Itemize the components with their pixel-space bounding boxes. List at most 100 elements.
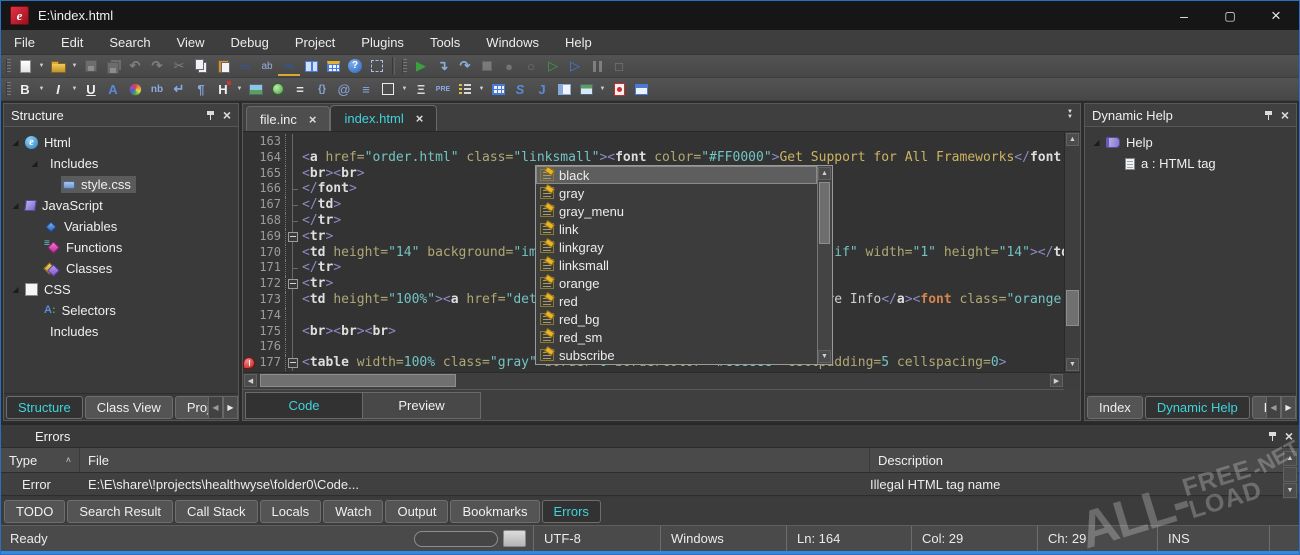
paragraph-icon[interactable]: ¶	[190, 79, 212, 99]
structure-tab-structure[interactable]: Structure	[6, 396, 83, 419]
font-icon[interactable]: A	[102, 79, 124, 99]
autocomplete-item-red-bg[interactable]: red_bg	[536, 310, 817, 328]
tab-scroll-right-icon[interactable]: ▶	[223, 396, 238, 419]
menu-help[interactable]: Help	[552, 32, 605, 53]
menu-debug[interactable]: Debug	[218, 32, 282, 53]
structure-item-functions[interactable]: Functions	[4, 237, 238, 258]
editor-vertical-scrollbar[interactable]: ▲ ▼	[1064, 132, 1080, 372]
italic-dropdown[interactable]: ▼	[69, 79, 80, 99]
open-file-dropdown[interactable]: ▼	[69, 56, 80, 76]
autocomplete-scroll-thumb[interactable]	[819, 182, 830, 244]
replace-icon[interactable]: ab	[256, 56, 278, 76]
structure-item-css[interactable]: ◢CSS	[4, 279, 238, 300]
object-dropdown[interactable]: ▼	[597, 79, 608, 99]
menu-file[interactable]: File	[1, 32, 48, 53]
paste-icon[interactable]	[212, 56, 234, 76]
close-tab-icon[interactable]: ×	[309, 113, 317, 126]
clear-breakpoints-icon[interactable]: ○	[520, 56, 542, 76]
cut-icon[interactable]: ✂	[168, 56, 190, 76]
step-into-icon[interactable]: ↴	[432, 56, 454, 76]
view-tab-preview[interactable]: Preview	[363, 392, 481, 419]
form-icon[interactable]	[630, 79, 652, 99]
menu-search[interactable]: Search	[96, 32, 163, 53]
div-dropdown[interactable]: ▼	[399, 79, 410, 99]
autocomplete-scrollbar[interactable]: ▲ ▼	[817, 166, 832, 364]
document-tab-index-html[interactable]: index.html×	[330, 105, 437, 131]
autocomplete-item-link[interactable]: link	[536, 220, 817, 238]
autocomplete-item-red[interactable]: red	[536, 292, 817, 310]
bottom-tab-search-result[interactable]: Search Result	[67, 500, 173, 523]
scroll-up-icon[interactable]: ▲	[1283, 451, 1297, 466]
pre-icon[interactable]: PRE	[432, 79, 454, 99]
help-tab-dynamic-help[interactable]: Dynamic Help	[1145, 396, 1250, 419]
link-icon[interactable]	[267, 79, 289, 99]
close-icon[interactable]: ×	[1281, 108, 1289, 122]
menu-project[interactable]: Project	[282, 32, 348, 53]
pin-icon[interactable]	[1264, 110, 1273, 120]
heading-icon[interactable]: H	[212, 79, 234, 99]
errors-scroll-thumb[interactable]	[1283, 467, 1297, 482]
bottom-tab-output[interactable]: Output	[385, 500, 448, 523]
autocomplete-item-linkgray[interactable]: linkgray	[536, 238, 817, 256]
menu-plugins[interactable]: Plugins	[348, 32, 417, 53]
expand-arrow-icon[interactable]: ◢	[1089, 138, 1104, 147]
structure-item-selectors[interactable]: ASelectors	[4, 300, 238, 321]
find-in-files-icon[interactable]: ∞	[278, 56, 300, 76]
status-button[interactable]	[503, 530, 526, 547]
expand-arrow-icon[interactable]: ◢	[8, 138, 23, 147]
view-tab-code[interactable]: Code	[245, 392, 363, 419]
script-icon[interactable]: S	[509, 79, 531, 99]
structure-item-style-css[interactable]: style.css	[4, 174, 238, 195]
run-alt-icon[interactable]: ▷	[564, 56, 586, 76]
pause-icon[interactable]	[586, 56, 608, 76]
column-header-type[interactable]: Type ˄	[1, 448, 80, 472]
css-style-icon[interactable]: {}	[311, 79, 333, 99]
bottom-tab-todo[interactable]: TODO	[4, 500, 65, 523]
italic-icon[interactable]: I	[47, 79, 69, 99]
scroll-up-icon[interactable]: ▲	[818, 167, 831, 180]
fold-collapse-icon[interactable]	[286, 276, 299, 292]
hr-icon[interactable]: =	[289, 79, 311, 99]
autocomplete-item-gray-menu[interactable]: gray_menu	[536, 202, 817, 220]
nbsp-icon[interactable]: nb	[146, 79, 168, 99]
save-icon[interactable]	[80, 56, 102, 76]
help-item-help[interactable]: ◢Help	[1085, 132, 1296, 153]
fold-collapse-icon[interactable]	[286, 355, 299, 371]
align-icon[interactable]: Ξ	[410, 79, 432, 99]
color-icon[interactable]	[124, 79, 146, 99]
code-explorer-icon[interactable]	[322, 56, 344, 76]
bottom-tab-locals[interactable]: Locals	[260, 500, 322, 523]
pin-icon[interactable]	[1268, 431, 1277, 441]
undo-icon[interactable]: ↶	[124, 56, 146, 76]
scroll-down-icon[interactable]: ▼	[818, 350, 831, 363]
menu-windows[interactable]: Windows	[473, 32, 552, 53]
help-tab-index[interactable]: Index	[1087, 396, 1143, 419]
autocomplete-item-linksmall[interactable]: linksmall	[536, 256, 817, 274]
bottom-tab-watch[interactable]: Watch	[323, 500, 383, 523]
document-tab-file-inc[interactable]: file.inc×	[246, 106, 330, 131]
column-header-description[interactable]: Description	[870, 448, 1283, 472]
fullscreen-icon[interactable]	[366, 56, 388, 76]
scroll-down-icon[interactable]: ▼	[1066, 358, 1079, 371]
div-icon[interactable]	[377, 79, 399, 99]
structure-item-html[interactable]: ◢eHtml	[4, 132, 238, 153]
bold-icon[interactable]: B	[14, 79, 36, 99]
bottom-tab-bookmarks[interactable]: Bookmarks	[450, 500, 539, 523]
tab-list-icon[interactable]: ▼▼	[1067, 110, 1073, 120]
code-line[interactable]: 164<a href="order.html" class="linksmall…	[243, 150, 1064, 166]
maximize-button[interactable]: ▢	[1207, 1, 1253, 30]
line-break-icon[interactable]: ↵	[168, 79, 190, 99]
scroll-left-icon[interactable]: ◀	[244, 374, 257, 387]
tab-scroll-left-icon[interactable]: ◀	[208, 396, 223, 419]
find-icon[interactable]: ∞	[234, 56, 256, 76]
image-icon[interactable]	[245, 79, 267, 99]
close-button[interactable]: ×	[1253, 1, 1299, 30]
open-file-icon[interactable]	[47, 56, 69, 76]
stop-icon[interactable]	[476, 56, 498, 76]
object-icon[interactable]	[575, 79, 597, 99]
horizontal-scroll-thumb[interactable]	[260, 374, 456, 387]
pin-icon[interactable]	[206, 110, 215, 120]
menu-edit[interactable]: Edit	[48, 32, 96, 53]
breakpoint-icon[interactable]: ●	[498, 56, 520, 76]
list-dropdown[interactable]: ▼	[476, 79, 487, 99]
